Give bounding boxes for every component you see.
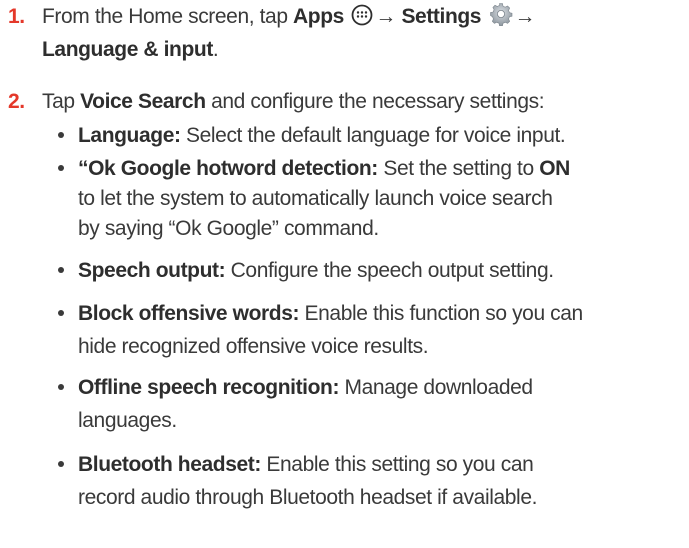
bullet-term: Language: <box>78 124 181 147</box>
bullet-dot <box>58 461 64 467</box>
bullet-description: Configure the speech output setting. <box>225 259 554 282</box>
arrow-symbol: → <box>514 5 536 28</box>
bullet-term: Speech output: <box>78 259 226 282</box>
bullet-dot <box>58 132 64 138</box>
step-text-segment: From the Home screen, tap <box>42 5 294 28</box>
bullet-text: Offline speech recognition: Manage downl… <box>78 372 678 403</box>
bullet-term: Offline speech recognition: <box>78 376 340 399</box>
apps-label: Apps <box>293 5 344 28</box>
bullet-description: Set the setting to <box>377 157 540 180</box>
bullet-text: Speech output: Configure the speech outp… <box>78 255 678 286</box>
bullet-term: “Ok Google hotword detection: <box>78 157 378 180</box>
bullet-description: Manage downloaded <box>339 376 533 399</box>
settings-label: Settings <box>401 5 482 28</box>
bullet-dot <box>58 310 64 316</box>
bullet-dot <box>58 384 64 390</box>
step-text-segment: Tap <box>42 90 81 113</box>
bullet-dot <box>58 165 64 171</box>
step-text: Tap Voice Search and configure the neces… <box>42 85 682 118</box>
arrow-symbol: → <box>375 5 396 28</box>
step-number: 2. <box>8 90 25 113</box>
bullet-text: by saying “Ok Google” command. <box>78 217 379 240</box>
bullet-term: Bluetooth headset: <box>78 453 261 476</box>
bullet-dot <box>58 267 64 273</box>
bullet-text: languages. <box>78 409 177 432</box>
bullet-text: Bluetooth headset: Enable this setting s… <box>78 449 678 480</box>
bullet-description: Select the default language for voice in… <box>180 124 566 147</box>
bullet-text: to let the system to automatically launc… <box>78 187 553 210</box>
step-text-segment: . <box>212 38 219 61</box>
language-input-label: Language & input <box>42 38 213 61</box>
voice-search-label: Voice Search <box>80 90 206 113</box>
bullet-text: Language: Select the default language fo… <box>78 120 678 151</box>
bullet-text: “Ok Google hotword detection: Set the se… <box>78 153 678 184</box>
bullet-text: record audio through Bluetooth headset i… <box>78 486 538 509</box>
apps-grid-icon <box>351 3 373 36</box>
step-text-segment: and configure the necessary settings: <box>205 90 545 113</box>
on-label: ON <box>539 157 570 180</box>
bullet-description: Enable this function so you can <box>299 302 584 325</box>
step-number: 1. <box>8 5 25 28</box>
bullet-text: hide recognized offensive voice results. <box>78 335 429 358</box>
gear-icon <box>489 2 513 36</box>
bullet-term: Block offensive words: <box>78 302 300 325</box>
bullet-description: Enable this setting so you can <box>260 453 534 476</box>
bullet-text: Block offensive words: Enable this funct… <box>78 298 678 329</box>
step-text: From the Home screen, tap Apps → Setting… <box>42 0 682 36</box>
instructions-document: 1. From the Home screen, tap Apps → Sett… <box>0 0 689 548</box>
step-text: Language & input. <box>42 33 682 66</box>
